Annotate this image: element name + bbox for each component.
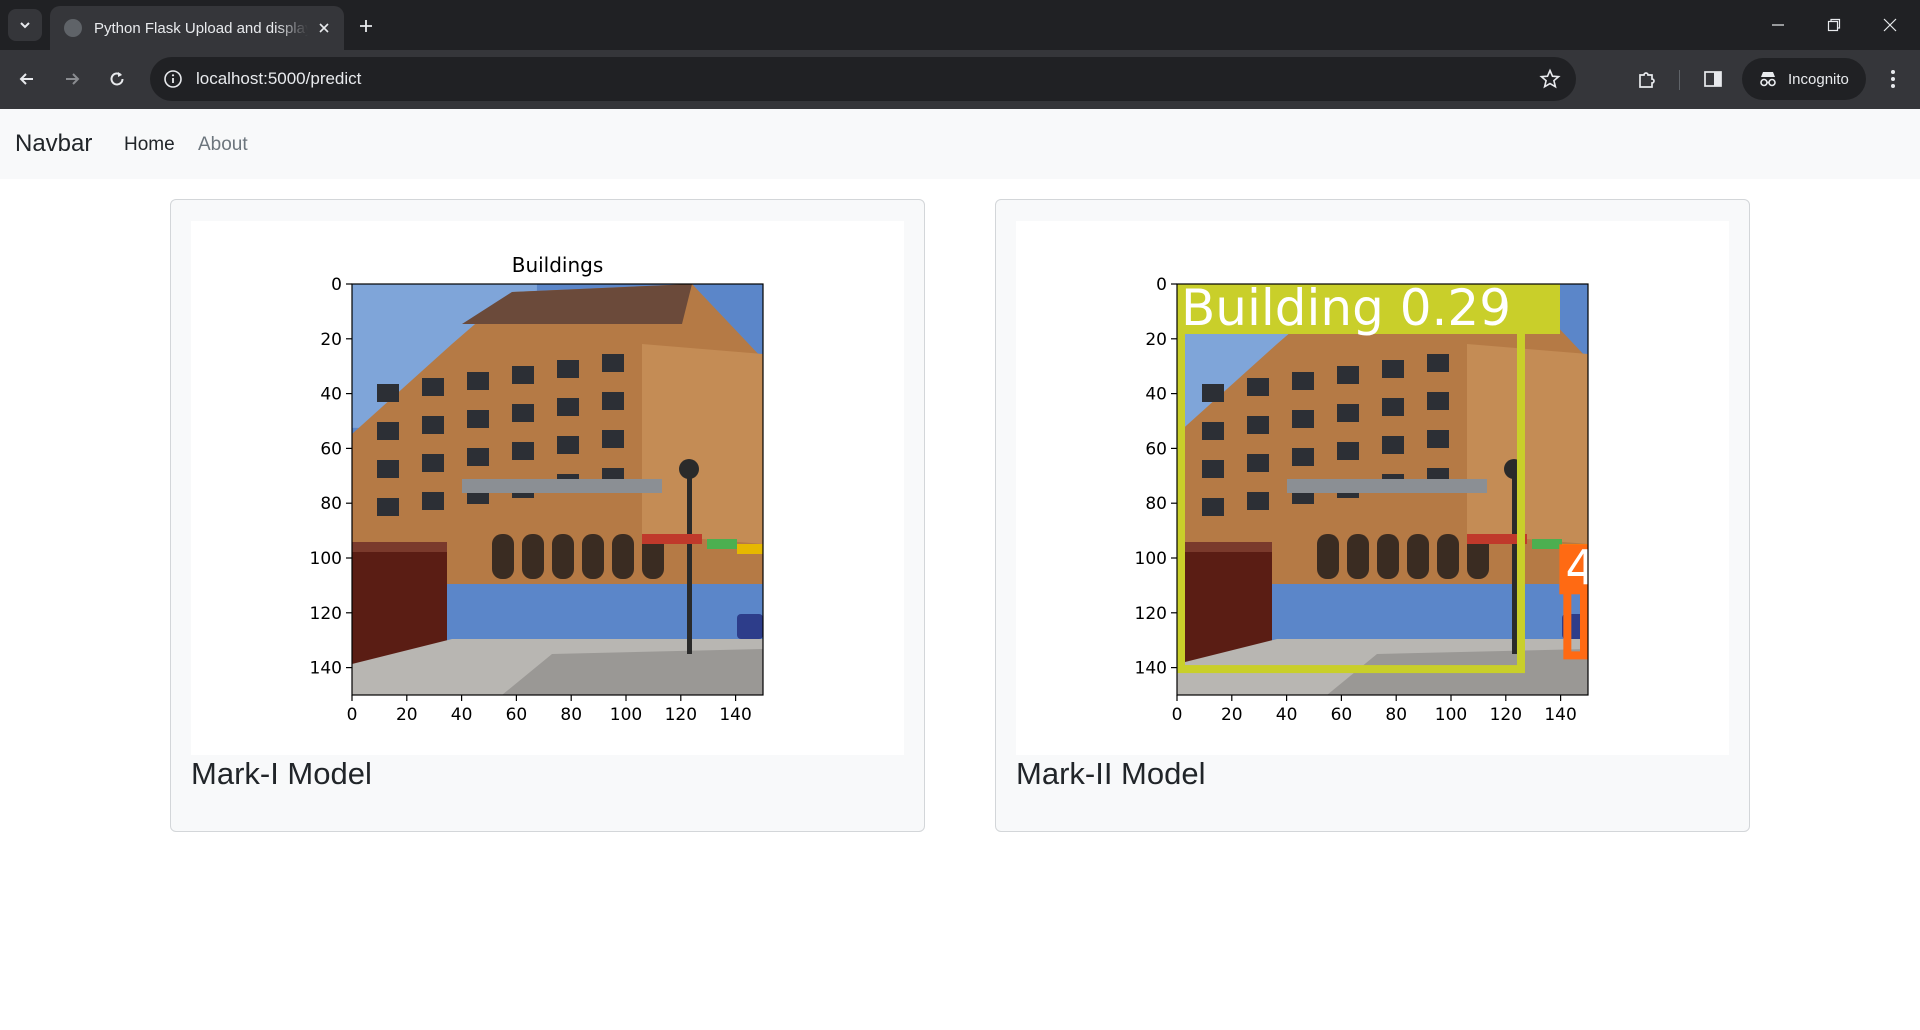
y-tick-label: 80 <box>1145 494 1167 514</box>
browser-menu-button[interactable] <box>1876 62 1910 96</box>
new-tab-button[interactable] <box>352 12 380 40</box>
x-tick-label: 100 <box>1435 705 1467 725</box>
x-tick-label: 60 <box>1331 705 1353 725</box>
y-tick-label: 20 <box>320 330 342 350</box>
reload-button[interactable] <box>100 62 134 96</box>
bookmark-star-icon[interactable] <box>1538 67 1562 91</box>
card-title: Mark-I Model <box>191 756 372 791</box>
side-panel-button[interactable] <box>1696 62 1730 96</box>
y-tick-label: 120 <box>310 604 342 624</box>
model-card-mark-2: Building 0.29 4 0 20 40 60 80 100 120 140 0 20 40 60 8… <box>995 199 1750 832</box>
card-title: Mark-II Model <box>1016 756 1206 791</box>
y-tick-label: 40 <box>320 385 342 405</box>
address-bar[interactable]: localhost:5000/predict <box>150 57 1576 101</box>
browser-tab[interactable]: Python Flask Upload and display image <box>50 6 344 50</box>
prediction-plot: Buildings 0 20 40 60 80 100 120 140 0 20 40 60 80 100 1… <box>310 253 764 725</box>
globe-icon <box>64 19 82 37</box>
url-text[interactable]: localhost:5000/predict <box>196 69 361 89</box>
side-panel-icon <box>1704 71 1722 87</box>
kebab-menu-icon <box>1891 70 1895 88</box>
x-tick-label: 100 <box>610 705 642 725</box>
y-tick-label: 20 <box>1145 330 1167 350</box>
restore-icon <box>1827 18 1841 32</box>
x-tick-label: 60 <box>506 705 528 725</box>
back-button[interactable] <box>10 62 44 96</box>
nav-link-home[interactable]: Home <box>124 134 175 156</box>
navbar-brand[interactable]: Navbar <box>15 130 92 158</box>
figure-title: Buildings <box>512 253 604 277</box>
building-photo <box>1177 284 1588 695</box>
x-tick-label: 20 <box>396 705 418 725</box>
close-icon <box>319 23 329 33</box>
restore-button[interactable] <box>1806 0 1862 50</box>
x-tick-label: 0 <box>1172 705 1183 725</box>
x-tick-label: 40 <box>1276 705 1298 725</box>
chevron-down-icon <box>20 22 30 29</box>
y-tick-label: 40 <box>1145 385 1167 405</box>
plus-icon <box>360 20 372 32</box>
info-icon[interactable] <box>162 68 184 90</box>
incognito-label: Incognito <box>1788 70 1849 88</box>
puzzle-icon <box>1639 72 1655 88</box>
y-tick-label: 100 <box>1135 549 1167 569</box>
building-photo <box>352 284 763 695</box>
close-window-button[interactable] <box>1862 0 1918 50</box>
browser-toolbar: localhost:5000/predict Incognito <box>0 50 1920 109</box>
detection-label: 4 <box>1565 540 1596 596</box>
prediction-plot: Building 0.2940 20 40 60 80 100 120 14002040608… <box>1135 275 1596 725</box>
x-tick-label: 0 <box>347 705 358 725</box>
reload-icon <box>110 72 124 86</box>
y-tick-label: 60 <box>1145 439 1167 459</box>
y-tick-label: 0 <box>331 275 342 295</box>
tab-title: Python Flask Upload and display image <box>94 19 308 37</box>
x-tick-label: 80 <box>1385 705 1407 725</box>
tab-close-button[interactable] <box>316 18 332 38</box>
model-card-mark-1: Buildings 0 20 40 60 80 100 120 140 0 20 40 60 80 100 1… <box>170 199 925 832</box>
forward-button[interactable] <box>55 62 89 96</box>
prediction-figure: Building 0.29 4 0 20 40 60 80 100 120 140 0 20 40 60 8… <box>1016 221 1729 755</box>
y-tick-label: 100 <box>310 549 342 569</box>
incognito-icon <box>1760 72 1776 87</box>
tab-search-button[interactable] <box>8 9 42 41</box>
y-tick-label: 80 <box>320 494 342 514</box>
y-tick-label: 60 <box>320 439 342 459</box>
extensions-button[interactable] <box>1630 62 1664 96</box>
x-tick-label: 20 <box>1221 705 1243 725</box>
y-tick-label: 140 <box>310 659 342 679</box>
browser-tabstrip: Python Flask Upload and display image <box>0 0 1920 50</box>
nav-link-about[interactable]: About <box>198 134 248 156</box>
y-tick-label: 140 <box>1135 659 1167 679</box>
arrow-right-icon <box>66 73 80 85</box>
prediction-figure: Buildings 0 20 40 60 80 100 120 140 0 20 40 60 80 100 1… <box>191 221 904 755</box>
detection-label: Building 0.29 <box>1181 279 1511 337</box>
y-tick-label: 0 <box>1156 275 1167 295</box>
x-tick-label: 40 <box>451 705 473 725</box>
site-navbar: Navbar Home About <box>0 109 1920 179</box>
x-tick-label: 80 <box>560 705 582 725</box>
x-tick-label: 140 <box>1544 705 1576 725</box>
minimize-icon <box>1772 24 1784 26</box>
close-icon <box>1883 18 1897 32</box>
toolbar-separator <box>1679 70 1680 90</box>
arrow-left-icon <box>19 73 33 85</box>
minimize-button[interactable] <box>1750 0 1806 50</box>
x-tick-label: 120 <box>665 705 697 725</box>
x-tick-label: 120 <box>1490 705 1522 725</box>
incognito-indicator[interactable]: Incognito <box>1742 58 1866 100</box>
y-tick-label: 120 <box>1135 604 1167 624</box>
x-tick-label: 140 <box>719 705 751 725</box>
